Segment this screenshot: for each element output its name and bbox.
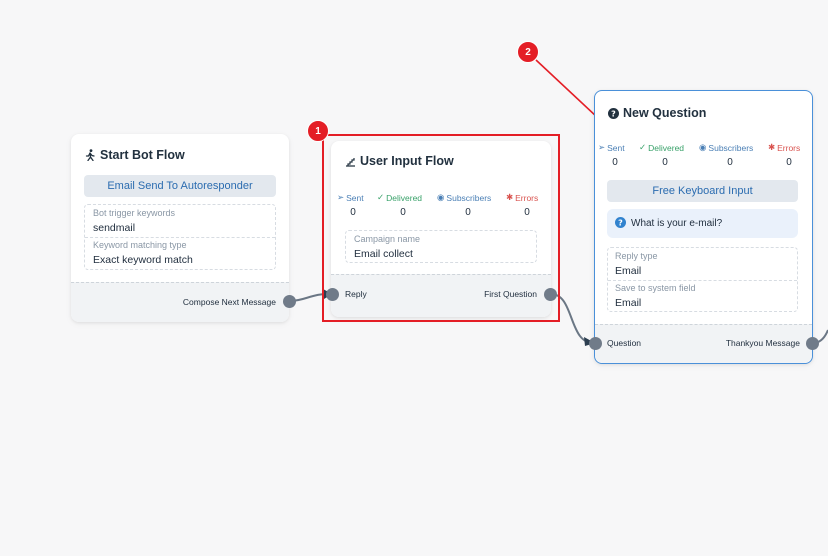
question-node-fields: Reply type Email Save to system field Em… — [607, 247, 798, 312]
svg-text:?: ? — [618, 218, 623, 227]
svg-text:?: ? — [611, 109, 616, 118]
field-label: Reply type — [615, 251, 658, 261]
field-label: Save to system field — [615, 283, 696, 293]
question-circle-icon: ? — [607, 107, 619, 119]
paper-plane-icon: ➢ — [598, 142, 606, 152]
field-label: Bot trigger keywords — [93, 208, 176, 218]
stat-sent-value: 0 — [612, 157, 618, 168]
flow-canvas[interactable]: Start Bot Flow Email Send To Autorespond… — [0, 0, 828, 556]
compose-next-message-label: Compose Next Message — [182, 297, 276, 307]
field-divider — [85, 237, 275, 238]
check-circle-icon: ✓ — [639, 142, 647, 152]
field-value: sendmail — [93, 222, 136, 234]
new-question-node[interactable]: ? New Question ➢ Sent ✓ Delivered ◉ Subscri… — [594, 90, 813, 364]
stat-sent: ➢ Sent — [598, 142, 625, 153]
field-value: Email — [615, 297, 642, 309]
stat-delivered-value: 0 — [662, 157, 668, 168]
free-keyboard-input-button[interactable]: Free Keyboard Input — [607, 180, 798, 202]
question-node-title-text: New Question — [623, 106, 707, 120]
field-value: Exact keyword match — [93, 254, 193, 266]
start-output-port[interactable] — [283, 295, 296, 308]
question-text-bubble: ? What is your e-mail? — [607, 209, 798, 238]
stat-errors: ✱ Errors — [768, 142, 801, 153]
bug-icon: ✱ — [768, 142, 776, 152]
question-port-label: Question — [607, 338, 642, 348]
stat-subscribers-value: 0 — [727, 157, 733, 168]
stat-delivered: ✓ Delivered — [639, 142, 685, 153]
question-node-title: ? New Question — [607, 106, 706, 120]
annotation-badge-2: 2 — [517, 41, 539, 63]
thankyou-message-port-label: Thankyou Message — [725, 338, 800, 348]
stat-subscribers: ◉ Subscribers — [699, 142, 754, 153]
field-divider — [608, 280, 797, 281]
start-node-footer: Compose Next Message — [71, 282, 289, 322]
user-circle-icon: ◉ — [699, 142, 707, 152]
field-value: Email — [615, 265, 642, 277]
field-label: Keyword matching type — [93, 240, 187, 250]
question-input-port[interactable] — [589, 337, 602, 350]
start-node-fields: Bot trigger keywords sendmail Keyword ma… — [84, 204, 276, 270]
start-bot-flow-node[interactable]: Start Bot Flow Email Send To Autorespond… — [71, 134, 289, 322]
annotation-badge-1: 1 — [307, 120, 329, 142]
stat-errors-value: 0 — [786, 157, 792, 168]
question-circle-icon: ? — [615, 216, 626, 231]
question-text: What is your e-mail? — [631, 218, 723, 229]
start-node-title: Start Bot Flow — [84, 148, 185, 162]
walking-person-icon — [84, 149, 96, 161]
email-autoresponder-button[interactable]: Email Send To Autoresponder — [84, 175, 276, 197]
question-output-port[interactable] — [806, 337, 819, 350]
annotation-highlight-box — [322, 134, 560, 322]
start-node-title-text: Start Bot Flow — [100, 148, 185, 162]
question-node-footer: Question Thankyou Message — [595, 324, 812, 363]
